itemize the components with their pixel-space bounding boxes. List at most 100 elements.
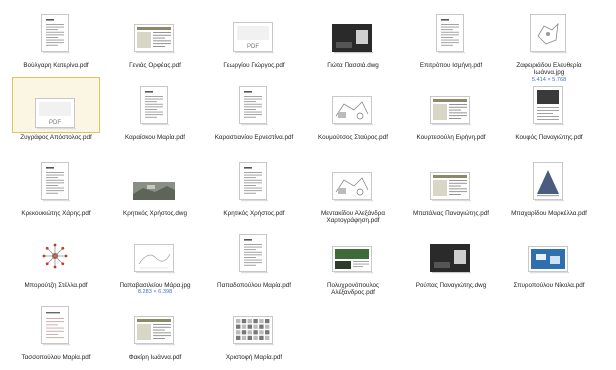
file-item[interactable]: Κουρτεσούλη Ειρήνη.pdf [407, 78, 495, 141]
file-thumbnail[interactable] [112, 154, 198, 204]
file-thumbnail[interactable] [211, 226, 297, 276]
file-thumbnail[interactable] [310, 154, 396, 204]
file-name[interactable]: Μπαχαρίδου Μαρκέλλα.pdf [505, 210, 593, 217]
file-thumbnail[interactable] [408, 154, 494, 204]
file-name[interactable]: Παπαβασιλείου Μάρα.jpg [111, 282, 199, 289]
file-item[interactable]: PDF Γεωργίου Γιώργος.pdf [210, 6, 298, 69]
file-item[interactable]: Ζαφειριάδου Ελευθερία Ιωάννα.jpg 5.414 × … [505, 6, 593, 83]
file-name[interactable]: Τασσοπούλου Μαρία.pdf [12, 354, 100, 361]
file-item[interactable]: Πολυχρονόπουλος Αλέξανδρος.pdf [309, 226, 397, 297]
file-icon-grid: Βούλγαρη Κατερίνα.pdf Γενιάς Ορφέας.pdf PD… [0, 0, 616, 370]
file-name[interactable]: Φακίρη Ιωάννα.pdf [111, 354, 199, 361]
file-thumbnail[interactable] [408, 6, 494, 56]
file-thumbnail[interactable] [13, 298, 99, 348]
file-thumbnail[interactable] [310, 78, 396, 128]
file-thumbnail-icon: PDF [35, 98, 76, 130]
file-name[interactable]: Ρούπας Παναγιώτης.dwg [407, 282, 495, 289]
file-item[interactable]: Καραστιανίου Ερνεστίνα.pdf [210, 78, 298, 141]
file-name[interactable]: Καραστιανίου Ερνεστίνα.pdf [210, 134, 298, 141]
file-thumbnail-icon [41, 14, 70, 54]
file-thumbnail[interactable] [506, 154, 592, 204]
file-thumbnail-icon [430, 172, 471, 202]
file-name[interactable]: Μεντακίδου Αλεξάνδρα Χαρτογράφηση.pdf [309, 210, 397, 225]
file-thumbnail[interactable] [408, 78, 494, 128]
file-thumbnail-icon [533, 86, 564, 126]
file-name[interactable]: Γιώτα Πασσιά.dwg [309, 62, 397, 69]
file-item[interactable]: Γιώτα Πασσιά.dwg [309, 6, 397, 69]
file-item[interactable]: Παπαδοπούλου Μαρία.pdf [210, 226, 298, 289]
file-item[interactable]: Μπαχαρίδου Μαρκέλλα.pdf [505, 154, 593, 217]
file-name[interactable]: Χριστοφή Μαρία.pdf [210, 354, 298, 361]
file-item[interactable]: Βούλγαρη Κατερίνα.pdf [12, 6, 100, 69]
file-item[interactable]: Τασσοπούλου Μαρία.pdf [12, 298, 100, 361]
file-thumbnail-icon [233, 316, 274, 346]
file-item[interactable]: Επιτρόπου Ισμήνη.pdf [407, 6, 495, 69]
file-name[interactable]: Ζαφειριάδου Ελευθερία Ιωάννα.jpg [505, 62, 593, 77]
file-thumbnail[interactable] [112, 78, 198, 128]
file-name[interactable]: Βούλγαρη Κατερίνα.pdf [12, 62, 100, 69]
file-thumbnail-icon [39, 240, 71, 272]
file-thumbnail[interactable] [408, 226, 494, 276]
file-thumbnail[interactable] [310, 226, 396, 276]
file-name[interactable]: Μπορούτζη Στέλλα.pdf [12, 282, 100, 289]
file-item[interactable]: Μπατάλιας Παναγιώτης.pdf [407, 154, 495, 217]
file-name[interactable]: Κουρτεσούλη Ειρήνη.pdf [407, 134, 495, 141]
file-item[interactable]: Σπυροπούλου Νίκολα.pdf [505, 226, 593, 289]
file-name[interactable]: Κρητικός Χρήστος.pdf [210, 210, 298, 217]
file-item[interactable]: Γενιάς Ορφέας.pdf [111, 6, 199, 69]
file-name[interactable]: Μπατάλιας Παναγιώτης.pdf [407, 210, 495, 217]
file-thumbnail-icon [430, 96, 471, 126]
file-thumbnail[interactable] [112, 226, 198, 276]
file-thumbnail-icon [134, 316, 175, 346]
file-thumbnail[interactable] [506, 78, 592, 128]
file-item[interactable]: Κουφός Παναγιώτης.pdf [505, 78, 593, 141]
file-thumbnail-icon [528, 246, 569, 274]
file-name[interactable]: Κουμούτσος Σταύρος.pdf [309, 134, 397, 141]
file-thumbnail[interactable] [112, 298, 198, 348]
file-thumbnail[interactable] [13, 226, 99, 276]
file-thumbnail[interactable] [112, 6, 198, 56]
file-name[interactable]: Κρεκουκιώτης Χάρης.pdf [12, 210, 100, 217]
file-thumbnail[interactable] [13, 154, 99, 204]
file-item[interactable]: Κρητικός Χρήστος.pdf [210, 154, 298, 217]
file-name[interactable]: Σπυροπούλου Νίκολα.pdf [505, 282, 593, 289]
file-item[interactable]: Φακίρη Ιωάννα.pdf [111, 298, 199, 361]
file-thumbnail[interactable] [211, 78, 297, 128]
file-item[interactable]: Ρούπας Παναγιώτης.dwg [407, 226, 495, 289]
file-item[interactable]: Μεντακίδου Αλεξάνδρα Χαρτογράφηση.pdf [309, 154, 397, 225]
file-item[interactable]: Μπορούτζη Στέλλα.pdf [12, 226, 100, 289]
file-item[interactable]: Κρητικός Χρήστος.dwg [111, 154, 199, 217]
file-name[interactable]: Γεωργίου Γιώργος.pdf [210, 62, 298, 69]
file-thumbnail[interactable]: PDF [211, 6, 297, 56]
file-thumbnail[interactable] [310, 6, 396, 56]
file-thumbnail-icon [430, 244, 471, 274]
file-name[interactable]: Κρητικός Χρήστος.dwg [111, 210, 199, 217]
file-thumbnail[interactable] [506, 6, 592, 56]
file-thumbnail[interactable] [506, 226, 592, 276]
file-thumbnail[interactable] [211, 154, 297, 204]
file-thumbnail[interactable] [13, 6, 99, 56]
file-item[interactable]: Παπαβασιλείου Μάρα.jpg 8.283 × 6.398 [111, 226, 199, 296]
file-name[interactable]: Παπαδοπούλου Μαρία.pdf [210, 282, 298, 289]
file-name[interactable]: Επιτρόπου Ισμήνη.pdf [407, 62, 495, 69]
file-thumbnail-icon [134, 24, 175, 54]
file-name[interactable]: Γενιάς Ορφέας.pdf [111, 62, 199, 69]
file-thumbnail-icon [133, 182, 175, 200]
file-name[interactable]: Καραϊσκου Μαρία.pdf [111, 134, 199, 141]
file-thumbnail-icon: PDF [233, 22, 274, 54]
file-thumbnail-icon [239, 234, 268, 274]
file-name[interactable]: Πολυχρονόπουλος Αλέξανδρος.pdf [309, 282, 397, 297]
file-thumbnail-icon [332, 96, 373, 126]
file-thumbnail-icon [140, 86, 169, 126]
file-item[interactable]: Καραϊσκου Μαρία.pdf [111, 78, 199, 141]
file-name[interactable]: Ζυγράφος Απόστολος.pdf [12, 134, 100, 141]
file-name[interactable]: Κουφός Παναγιώτης.pdf [505, 134, 593, 141]
file-item[interactable]: PDF Ζυγράφος Απόστολος.pdf [12, 77, 100, 141]
file-item[interactable]: Κρεκουκιώτης Χάρης.pdf [12, 154, 100, 217]
file-item[interactable]: Χριστοφή Μαρία.pdf [210, 298, 298, 361]
file-thumbnail[interactable] [211, 298, 297, 348]
file-thumbnail[interactable]: PDF [12, 77, 100, 133]
svg-text:PDF: PDF [49, 120, 61, 126]
file-thumbnail-icon [239, 162, 268, 202]
file-item[interactable]: Κουμούτσος Σταύρος.pdf [309, 78, 397, 141]
